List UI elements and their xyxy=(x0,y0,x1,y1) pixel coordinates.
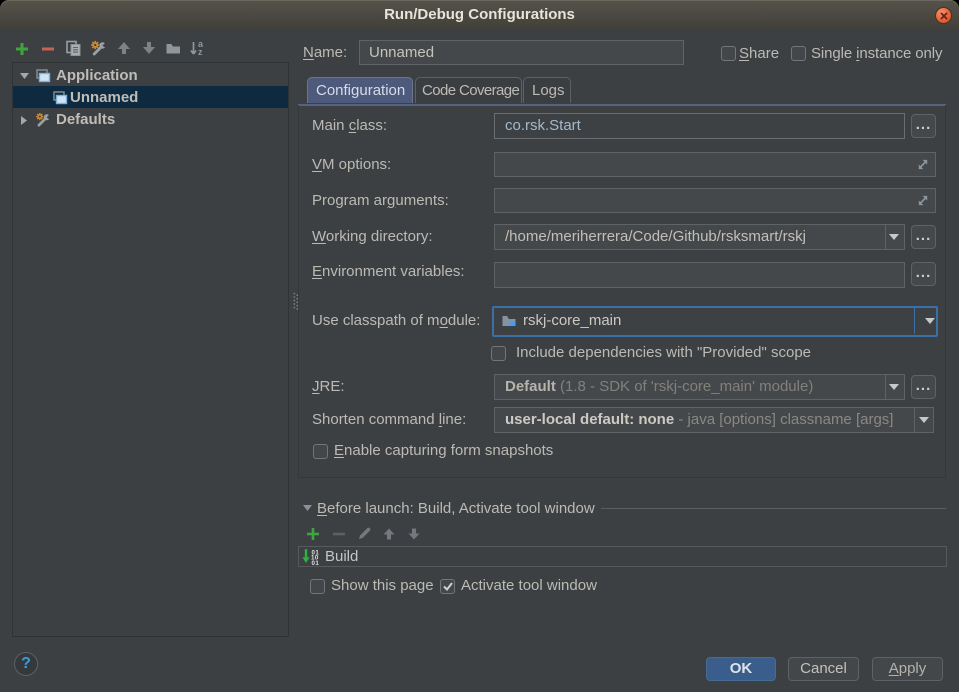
svg-text:01: 01 xyxy=(312,560,320,566)
svg-text:z: z xyxy=(198,47,203,57)
